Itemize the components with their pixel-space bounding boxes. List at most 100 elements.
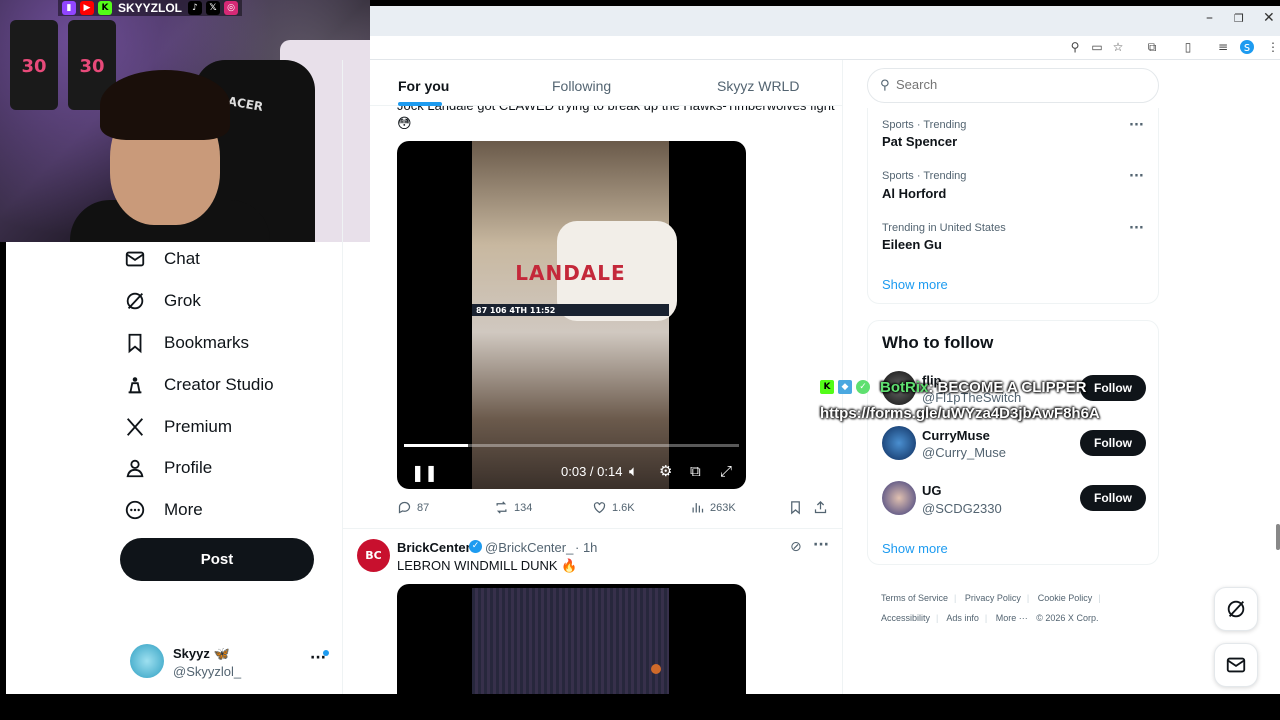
view-count: 263K [710,501,736,514]
nav-label: Profile [164,458,213,477]
footer-link[interactable]: Terms of Service [881,593,948,603]
video-frame: LANDALE 87 106 4TH 11:52 [472,141,677,489]
tweet-text: LEBRON WINDMILL DUNK 🔥 [397,558,578,573]
follow-user-name[interactable]: CurryMuse [922,428,990,443]
trend-name[interactable]: Pat Spencer [882,134,957,149]
who-to-follow-show-more-link[interactable]: Show more [882,541,948,556]
nav-label: Premium [164,417,233,436]
zoom-icon[interactable]: ⚲ [1068,40,1082,54]
nav-item-more[interactable]: More [124,493,203,527]
tweet-time[interactable]: · 1h [575,540,597,555]
volume-icon[interactable]: 🔈︎ [629,462,638,480]
tweet[interactable]: BC BrickCenter ✓ @BrickCenter_ · 1h LEBR… [343,528,842,695]
trend-context: Sports · Trending [882,119,967,131]
video-progress-bar[interactable] [404,444,739,447]
repost-button[interactable]: 134 [494,500,532,515]
tweet-author-name[interactable]: BrickCenter [397,540,471,555]
more-icon[interactable]: ··· [813,537,829,553]
settings-icon[interactable]: ⚙ [659,462,672,480]
views-icon [692,503,704,513]
pip-icon[interactable]: ⧉ [690,462,701,480]
trend-more-icon[interactable]: ··· [1129,118,1144,133]
tab-following[interactable]: Following [552,78,611,94]
trends-panel: Sports · Trending Pat Spencer ··· Sports… [867,108,1159,304]
scoreboard: 87 106 4TH 11:52 [472,304,669,316]
footer-link[interactable]: Cookie Policy [1038,593,1093,603]
jersey-decoration: 30 [10,20,58,110]
search-box[interactable]: ⚲ [867,68,1159,103]
restore-button[interactable]: ❐ [1234,12,1244,25]
sidebar-toggle-icon[interactable]: ▯ [1181,40,1195,54]
nav-item-grok[interactable]: Grok [124,284,201,318]
profile-avatar-icon[interactable]: s [1240,40,1254,54]
post-button[interactable]: Post [120,538,314,581]
trend-more-icon[interactable]: ··· [1129,169,1144,184]
footer-link[interactable]: Privacy Policy [965,593,1021,603]
tweet-author-handle[interactable]: @BrickCenter_ [485,540,573,555]
follow-button[interactable]: Follow [1080,485,1146,511]
grok-icon [126,292,144,310]
share-button[interactable] [813,500,828,515]
star-icon[interactable]: ☆ [1111,40,1125,54]
webcam-overlay: 30 30 S-RACER ▮ ▶ K SKYYZLOL ♪ 𝕏 ◎ [0,0,370,242]
like-button[interactable]: 1.6K [592,500,635,515]
bookmark-button[interactable] [788,500,803,515]
avatar[interactable] [882,481,916,515]
nav-item-bookmarks[interactable]: Bookmarks [124,326,249,360]
nav-item-profile[interactable]: Profile [124,451,212,485]
nav-item-creator-studio[interactable]: Creator Studio [124,368,274,402]
bookmark-icon [128,333,142,354]
account-switcher[interactable]: Skyyz 🦋 @Skyyzlol_ ··· [130,644,330,680]
browser-menu-icon[interactable]: ⋮ [1266,40,1280,54]
messages-fab[interactable] [1214,643,1258,687]
fullscreen-icon[interactable]: ⤢ [720,462,732,480]
badge-icon: ◆ [838,380,852,394]
nav-item-chat[interactable]: Chat [124,242,200,276]
trend-name[interactable]: Al Horford [882,186,946,201]
cast-icon[interactable]: ▭ [1090,40,1104,54]
follow-button[interactable]: Follow [1080,430,1146,456]
follow-user-name[interactable]: UG [922,483,942,498]
tab-for-you[interactable]: For you [398,78,449,94]
social-bar: ▮ ▶ K SKYYZLOL ♪ 𝕏 ◎ [58,0,243,16]
account-name: Skyyz 🦋 [173,646,230,661]
nav-item-premium[interactable]: Premium [124,410,232,444]
bot-text: BECOME A CLIPPER [937,379,1087,396]
pause-icon[interactable]: ❚❚ [411,463,438,482]
feed-tabs: For you Following Skyyz WRLD [370,64,842,106]
repost-count: 134 [514,501,533,514]
reply-button[interactable]: 87 [397,500,429,515]
video-player[interactable]: LANDALE 87 106 4TH 11:52 ❚❚ 0:03 / 0:14 … [397,141,746,489]
streamer-hair [100,70,230,140]
more-circle-icon [125,500,145,520]
trends-show-more-link[interactable]: Show more [882,277,948,292]
views-button[interactable]: 263K [690,500,736,515]
youtube-icon: ▶ [80,1,94,15]
scrollbar[interactable] [1276,524,1280,550]
trend-context: Sports · Trending [882,170,967,182]
close-window-button[interactable]: ✕ [1263,10,1275,26]
footer-link[interactable]: Ads info [946,613,979,623]
media-icon[interactable]: ≡ [1216,40,1230,54]
extensions-icon[interactable]: ⧉ [1145,40,1159,54]
follow-user-handle[interactable]: @Curry_Muse [922,445,1006,460]
notification-dot [323,650,329,656]
search-input[interactable] [896,77,1146,92]
instagram-icon: ◎ [224,1,239,15]
footer-link[interactable]: More ··· [996,613,1028,623]
tab-skyyz-wrld[interactable]: Skyyz WRLD [717,78,799,94]
account-handle: @Skyyzlol_ [173,664,242,679]
footer-link[interactable]: Accessibility [881,613,930,623]
minimize-button[interactable]: – [1206,10,1213,26]
grok-icon[interactable]: ⊘ [790,539,802,555]
avatar[interactable] [882,426,916,460]
who-to-follow-panel: Who to follow flip @Fl1pTheSwitch Follow… [867,320,1159,565]
grok-fab[interactable] [1214,587,1258,631]
follow-user-handle[interactable]: @SCDG2330 [922,501,1002,516]
video-player[interactable] [397,584,746,695]
avatar[interactable]: BC [357,539,390,572]
trend-name[interactable]: Eileen Gu [882,237,942,252]
trend-more-icon[interactable]: ··· [1129,221,1144,236]
grok-icon [1227,600,1245,618]
kick-icon: K [820,380,834,394]
